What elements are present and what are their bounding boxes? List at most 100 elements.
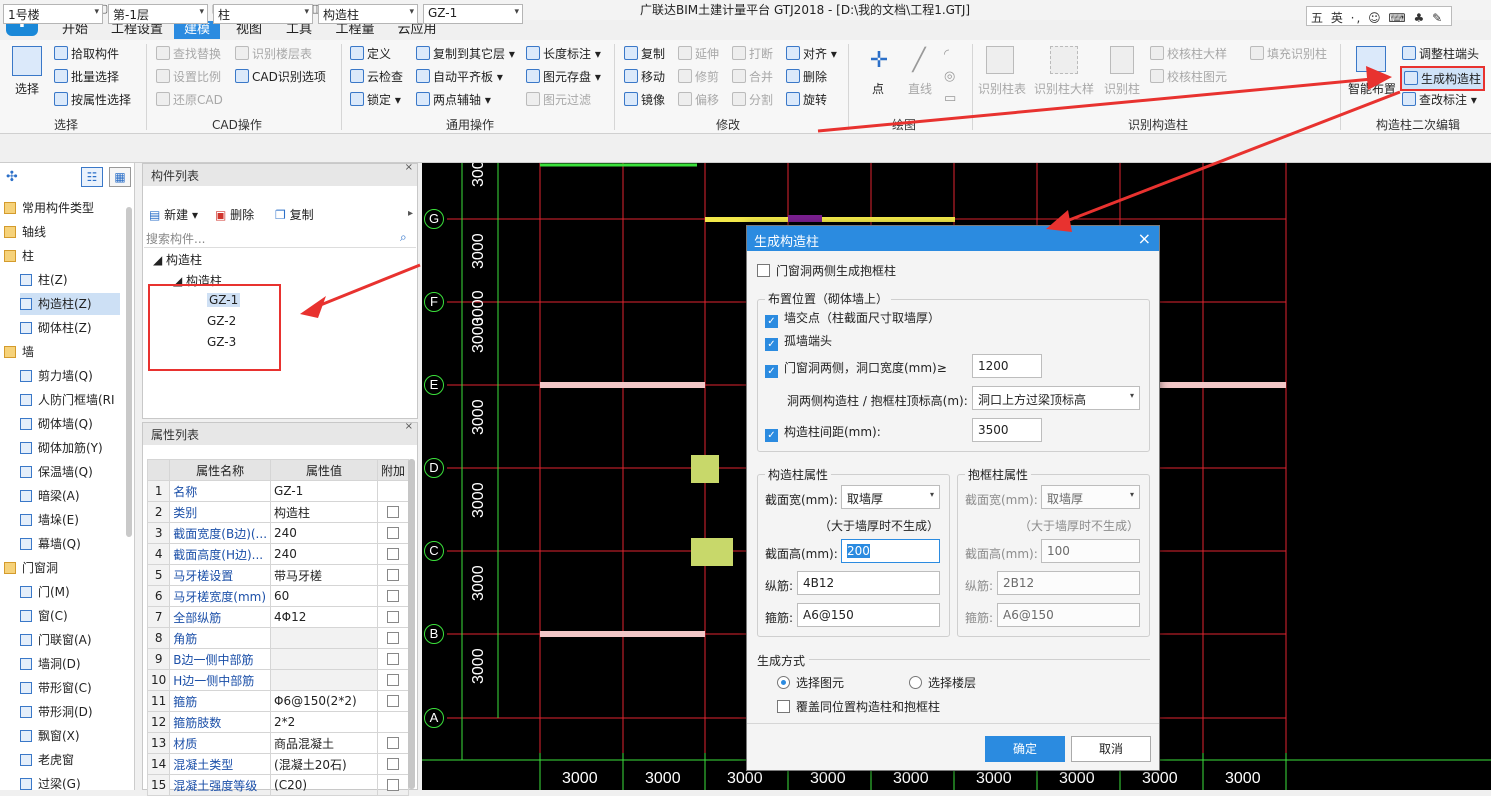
property-row[interactable]: 6 马牙槎宽度(mm) 60 (146, 585, 410, 607)
set-scale-button[interactable]: 设置比例 (156, 68, 221, 85)
nav-item[interactable]: 带形洞(D) (20, 701, 120, 723)
bk-stirrup-input[interactable]: A6@150 (997, 603, 1140, 627)
opening-sides-option[interactable]: ✓ 门窗洞两侧，洞口宽度(mm)≥ (765, 359, 947, 378)
extra-checkbox[interactable] (386, 758, 399, 770)
element-save-button[interactable]: 图元存盘 ▾ (526, 68, 601, 85)
line-icon[interactable]: ╱ (906, 48, 932, 74)
length-dimension-button[interactable]: 长度标注 ▾ (526, 45, 601, 62)
nav-item[interactable]: 暗梁(A) (20, 485, 120, 507)
property-value[interactable]: (混凝土20石) (270, 753, 378, 775)
property-row[interactable]: 1 名称 GZ-1 (146, 480, 410, 502)
property-row[interactable]: 7 全部纵筋 4Φ12 (146, 606, 410, 628)
extra-checkbox[interactable] (386, 569, 399, 581)
move-button[interactable]: 移动 (624, 68, 665, 85)
nav-item[interactable]: 砌体加筋(Y) (20, 437, 120, 459)
nav-item[interactable]: 老虎窗 (20, 749, 120, 771)
nav-item[interactable]: 构造柱(Z) (20, 293, 120, 315)
spacing-option[interactable]: ✓ 构造柱间距(mm): (765, 423, 881, 442)
check-icon[interactable]: ✓ (765, 315, 778, 328)
nav-item[interactable]: 柱(Z) (20, 269, 120, 291)
property-value[interactable]: 2*2 (270, 711, 378, 733)
nav-item[interactable]: 人防门框墙(RI (20, 389, 120, 411)
extra-checkbox[interactable] (386, 527, 399, 539)
more-icon[interactable]: ▸ (408, 208, 413, 219)
property-row[interactable]: 8 角筋 (146, 627, 410, 649)
offset-button[interactable]: 偏移 (678, 91, 719, 108)
line-button[interactable]: 直线 (908, 80, 932, 97)
recognize-floor-table-button[interactable]: 识别楼层表 (235, 45, 312, 62)
property-value[interactable]: GZ-1 (270, 480, 378, 502)
extra-checkbox[interactable] (386, 695, 399, 707)
split-button[interactable]: 分割 (732, 91, 773, 108)
nav-item[interactable]: 飘窗(X) (20, 725, 120, 747)
extra-checkbox[interactable] (386, 590, 399, 602)
nav-item[interactable]: 柱 (4, 245, 122, 267)
property-value[interactable]: 4Φ12 (270, 606, 378, 628)
nav-item[interactable]: 墙 (4, 341, 122, 363)
restore-cad-button[interactable]: 还原CAD (156, 91, 223, 108)
property-row[interactable]: 4 截面高度(H边)... 240 (146, 543, 410, 565)
copy-button[interactable]: 复制 (624, 45, 665, 62)
search-icon[interactable]: ⌕ (400, 230, 407, 245)
property-row[interactable]: 3 截面宽度(B边)(... 240 (146, 522, 410, 544)
bk-long-bar-input[interactable]: 2B12 (997, 571, 1140, 595)
point-button[interactable]: 点 (872, 80, 884, 97)
checkbox[interactable] (777, 700, 790, 713)
nav-item[interactable]: 保温墙(Q) (20, 461, 120, 483)
element-filter-button[interactable]: 图元过滤 (526, 91, 591, 108)
property-value[interactable]: 240 (270, 522, 378, 544)
property-row[interactable]: 2 类别 构造柱 (146, 501, 410, 523)
dialog-close-button[interactable]: × (1138, 229, 1151, 248)
batch-select-button[interactable]: 批量选择 (54, 68, 119, 85)
property-value[interactable]: Φ6@150(2*2) (270, 690, 378, 712)
recognize-column-table-button[interactable]: 识别柱表 (978, 80, 1026, 97)
type-select[interactable]: 柱 ▾ (213, 4, 313, 24)
cloud-check-button[interactable]: 云检查 (350, 68, 403, 85)
radio-selected[interactable] (777, 676, 790, 689)
extra-checkbox[interactable] (386, 548, 399, 560)
bk-section-width-select[interactable]: 取墙厚 ▾ (1041, 485, 1140, 509)
rotate-button[interactable]: 旋转 (786, 91, 827, 108)
property-value[interactable]: 构造柱 (270, 501, 378, 523)
component-search-input[interactable]: 搜索构件... (144, 228, 416, 248)
copy-component-button[interactable]: ❐ 复制 (275, 206, 314, 223)
nav-item[interactable]: 轴线 (4, 221, 122, 243)
auto-level-slab-button[interactable]: 自动平齐板 ▾ (416, 68, 503, 85)
delete-button[interactable]: 删除 (786, 68, 827, 85)
radio[interactable] (909, 676, 922, 689)
nav-item[interactable]: 剪力墙(Q) (20, 365, 120, 387)
nav-item[interactable]: 常用构件类型 (4, 197, 122, 219)
recognize-column-detail-icon[interactable] (1050, 46, 1078, 74)
gz-section-width-select[interactable]: 取墙厚 ▾ (841, 485, 940, 509)
close-icon[interactable]: × (405, 162, 413, 173)
extra-checkbox[interactable] (386, 632, 399, 644)
arc-icon[interactable]: ◜ ◎ ▭ (944, 44, 960, 110)
cad-recognize-options-button[interactable]: CAD识别选项 (235, 68, 326, 85)
subtype-select[interactable]: 构造柱 ▾ (318, 4, 418, 24)
property-row[interactable]: 10 H边一侧中部筋 (146, 669, 410, 691)
mode-select-floor-radio[interactable]: 选择楼层 (909, 674, 976, 691)
ok-button[interactable]: 确定 (985, 736, 1065, 762)
property-value[interactable] (270, 627, 378, 649)
overwrite-option[interactable]: 覆盖同位置构造柱和抱框柱 (777, 698, 940, 715)
property-value[interactable] (270, 648, 378, 670)
close-icon[interactable]: × (405, 421, 413, 432)
recognize-column-detail-button[interactable]: 识别柱大样 (1034, 80, 1094, 97)
nav-item[interactable]: 墙洞(D) (20, 653, 120, 675)
pin-icon[interactable]: ✣ (6, 169, 18, 185)
extra-checkbox[interactable] (386, 737, 399, 749)
nav-item[interactable]: 砌体柱(Z) (20, 317, 120, 339)
checkbox[interactable] (757, 264, 770, 277)
select-button[interactable]: 选择 (15, 80, 39, 97)
mode-select-element-radio[interactable]: 选择图元 (777, 674, 844, 691)
property-row[interactable]: 13 材质 商品混凝土 (146, 732, 410, 754)
property-value[interactable] (270, 669, 378, 691)
frame-column-option[interactable]: 门窗洞两侧生成抱框柱 (757, 262, 896, 279)
extra-checkbox[interactable] (386, 611, 399, 623)
point-icon[interactable]: ✛ (866, 48, 892, 74)
cancel-button[interactable]: 取消 (1071, 736, 1151, 762)
trim-button[interactable]: 修剪 (678, 68, 719, 85)
align-button[interactable]: 对齐 ▾ (786, 45, 837, 62)
property-value[interactable]: 带马牙槎 (270, 564, 378, 586)
property-value[interactable]: 60 (270, 585, 378, 607)
